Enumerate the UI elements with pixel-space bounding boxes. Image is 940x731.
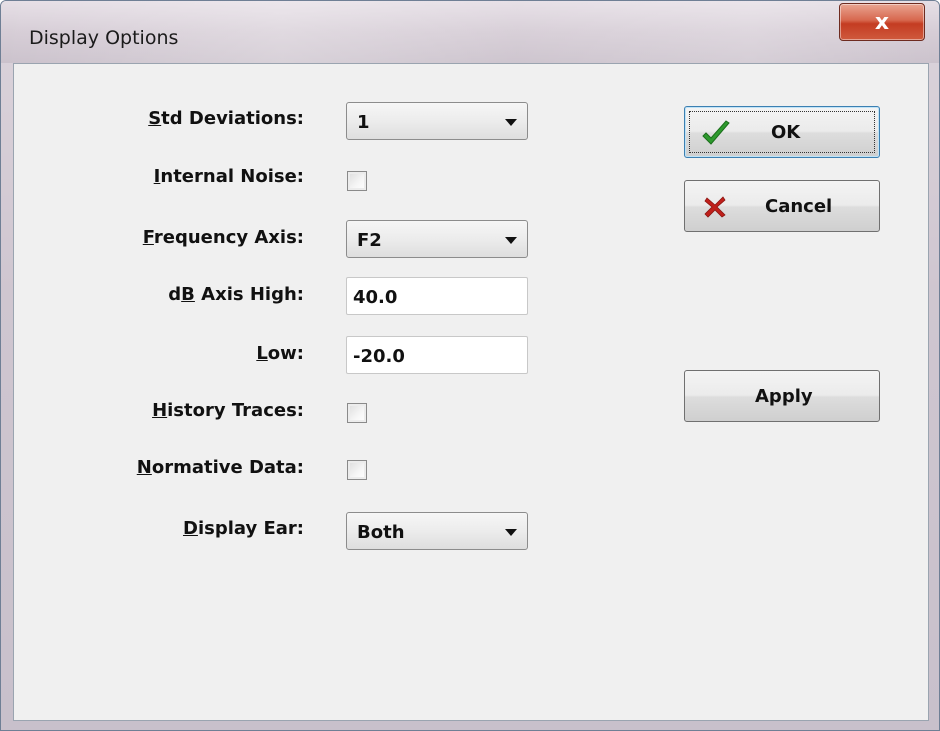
display-ear-value: Both: [357, 522, 405, 543]
std-deviations-value: 1: [357, 112, 370, 133]
window-title: Display Options: [29, 27, 179, 49]
frequency-axis-select[interactable]: F2: [346, 220, 528, 258]
close-button[interactable]: x: [839, 3, 925, 41]
db-axis-high-input[interactable]: 40.0: [346, 277, 528, 315]
history-traces-checkbox[interactable]: [347, 403, 367, 423]
low-label: Low:: [256, 343, 304, 364]
normative-data-checkbox[interactable]: [347, 460, 367, 480]
db-axis-high-label: dB Axis High:: [168, 284, 304, 305]
internal-noise-label: Internal Noise:: [153, 166, 304, 187]
dropdown-arrow-icon: [505, 119, 517, 126]
history-traces-label: History Traces:: [152, 400, 304, 421]
normative-data-label: Normative Data:: [136, 457, 304, 478]
apply-label: Apply: [755, 386, 813, 407]
frequency-axis-label: Frequency Axis:: [142, 227, 304, 248]
x-icon: [704, 196, 726, 218]
checkmark-icon: [702, 120, 730, 145]
apply-button[interactable]: Apply: [684, 370, 880, 422]
internal-noise-checkbox[interactable]: [347, 171, 367, 191]
dropdown-arrow-icon: [505, 529, 517, 536]
display-ear-select[interactable]: Both: [346, 512, 528, 550]
dialog-window: Display Options x Std Deviations: 1 Inte…: [0, 0, 940, 731]
cancel-label: Cancel: [765, 196, 833, 217]
frequency-axis-value: F2: [357, 230, 382, 251]
dialog-client-area: Std Deviations: 1 Internal Noise: Freque…: [13, 63, 929, 721]
std-deviations-select[interactable]: 1: [346, 102, 528, 140]
ok-label: OK: [771, 122, 801, 143]
display-ear-label: Display Ear:: [182, 518, 304, 539]
low-input[interactable]: -20.0: [346, 336, 528, 374]
ok-button[interactable]: OK: [684, 106, 880, 158]
title-bar[interactable]: Display Options x: [1, 1, 939, 63]
close-icon: x: [874, 9, 890, 35]
cancel-button[interactable]: Cancel: [684, 180, 880, 232]
dropdown-arrow-icon: [505, 237, 517, 244]
std-deviations-label: Std Deviations:: [148, 108, 304, 129]
